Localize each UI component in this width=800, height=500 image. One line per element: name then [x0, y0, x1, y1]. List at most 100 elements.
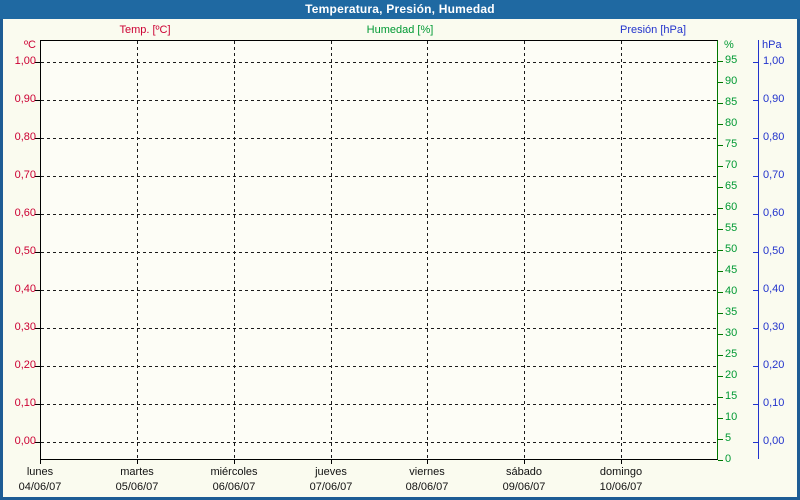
y-tick-label-pressure: 0,60	[763, 207, 785, 219]
title-bar: Temperatura, Presión, Humedad	[0, 0, 800, 19]
y-tick-label-humidity: 65	[725, 180, 738, 192]
y-tick-pressure	[753, 328, 758, 329]
pressure-axis-line	[758, 40, 759, 459]
y-tick-label-temperature: 0,90	[14, 93, 36, 105]
gridline-horizontal	[41, 290, 717, 291]
gridline-horizontal	[41, 176, 717, 177]
y-tick-label-humidity: 60	[725, 201, 738, 213]
y-tick-humidity	[718, 313, 723, 314]
y-tick-label-humidity: 55	[725, 222, 738, 234]
y-tick-label-humidity: 85	[725, 96, 738, 108]
y-tick-label-pressure: 0,10	[763, 397, 785, 409]
y-tick-humidity	[718, 271, 723, 272]
gridline-horizontal	[41, 328, 717, 329]
y-tick-humidity	[718, 61, 723, 62]
y-tick-humidity	[718, 250, 723, 251]
y-tick-humidity	[718, 82, 723, 83]
y-tick-label-pressure: 0,90	[763, 93, 785, 105]
y-tick-label-temperature: 1,00	[14, 55, 36, 67]
x-tick	[331, 460, 332, 464]
window-title: Temperatura, Presión, Humedad	[305, 2, 495, 16]
y-tick-label-humidity: 30	[725, 327, 738, 339]
y-tick-pressure	[753, 290, 758, 291]
y-tick-pressure	[753, 62, 758, 63]
y-tick-humidity	[718, 292, 723, 293]
y-tick-label-humidity: 10	[725, 411, 738, 423]
y-tick-label-temperature: 0,10	[14, 397, 36, 409]
y-tick-label-temperature: 0,20	[14, 359, 36, 371]
y-tick-humidity	[718, 124, 723, 125]
y-tick-label-humidity: 20	[725, 369, 738, 381]
gridline-vertical	[137, 41, 138, 459]
y-tick-pressure	[753, 100, 758, 101]
y-tick-label-pressure: 0,30	[763, 321, 785, 333]
y-tick-label-humidity: 25	[725, 348, 738, 360]
y-tick-label-humidity: 35	[725, 306, 738, 318]
gridline-horizontal	[41, 100, 717, 101]
y-tick-pressure	[753, 366, 758, 367]
y-tick-humidity	[718, 397, 723, 398]
gridline-horizontal	[41, 366, 717, 367]
pressure-axis-unit: hPa	[762, 39, 782, 51]
y-tick-label-temperature: 0,70	[14, 169, 36, 181]
y-tick-label-pressure: 1,00	[763, 55, 785, 67]
gridline-horizontal	[41, 214, 717, 215]
gridline-horizontal	[41, 442, 717, 443]
x-tick	[234, 460, 235, 464]
y-tick-label-temperature: 0,40	[14, 283, 36, 295]
gridline-horizontal	[41, 62, 717, 63]
y-tick-humidity	[718, 229, 723, 230]
y-tick-label-humidity: 45	[725, 264, 738, 276]
x-tick	[427, 460, 428, 464]
gridline-vertical	[524, 41, 525, 459]
gridline-horizontal	[41, 138, 717, 139]
gridline-vertical	[234, 41, 235, 459]
legend-temperature: Temp. [ºC]	[119, 24, 171, 36]
y-tick-label-temperature: 0,50	[14, 245, 36, 257]
y-tick-label-pressure: 0,80	[763, 131, 785, 143]
y-tick-pressure	[753, 252, 758, 253]
y-tick-humidity	[718, 418, 723, 419]
y-tick-label-humidity: 70	[725, 159, 738, 171]
x-tick	[137, 460, 138, 464]
y-tick-label-humidity: 90	[725, 75, 738, 87]
x-tick	[621, 460, 622, 464]
y-tick-pressure	[753, 214, 758, 215]
y-tick-humidity	[718, 355, 723, 356]
y-tick-label-temperature: 0,00	[14, 435, 36, 447]
y-tick-label-temperature: 0,60	[14, 207, 36, 219]
humidity-axis-unit: %	[724, 39, 734, 51]
y-tick-humidity	[718, 460, 723, 461]
y-tick-label-pressure: 0,40	[763, 283, 785, 295]
chart-window: Temperatura, Presión, Humedad ºC % hPa 1…	[0, 0, 800, 500]
gridline-vertical	[331, 41, 332, 459]
y-tick-humidity	[718, 334, 723, 335]
y-tick-label-humidity: 95	[725, 54, 738, 66]
y-tick-label-humidity: 80	[725, 117, 738, 129]
y-tick-label-pressure: 0,70	[763, 169, 785, 181]
y-tick-pressure	[753, 404, 758, 405]
y-tick-label-humidity: 15	[725, 390, 738, 402]
y-tick-humidity	[718, 376, 723, 377]
y-tick-humidity	[718, 439, 723, 440]
legend-humidity: Humedad [%]	[366, 24, 434, 36]
x-tick	[524, 460, 525, 464]
y-tick-humidity	[718, 208, 723, 209]
legend-pressure: Presión [hPa]	[619, 24, 687, 36]
gridline-horizontal	[41, 404, 717, 405]
y-tick-label-humidity: 50	[725, 243, 738, 255]
y-tick-label-temperature: 0,80	[14, 131, 36, 143]
y-tick-label-humidity: 5	[725, 432, 732, 444]
gridline-vertical	[427, 41, 428, 459]
y-tick-pressure	[753, 442, 758, 443]
y-tick-humidity	[718, 166, 723, 167]
x-day-date: 10/06/07	[599, 481, 643, 493]
y-tick-pressure	[753, 176, 758, 177]
y-tick-label-temperature: 0,30	[14, 321, 36, 333]
gridline-vertical	[621, 41, 622, 459]
temperature-axis-unit: ºC	[24, 39, 36, 51]
x-day-name: domingo	[599, 466, 643, 478]
plot-area	[40, 40, 718, 460]
x-tick	[40, 460, 41, 464]
y-tick-humidity	[718, 103, 723, 104]
